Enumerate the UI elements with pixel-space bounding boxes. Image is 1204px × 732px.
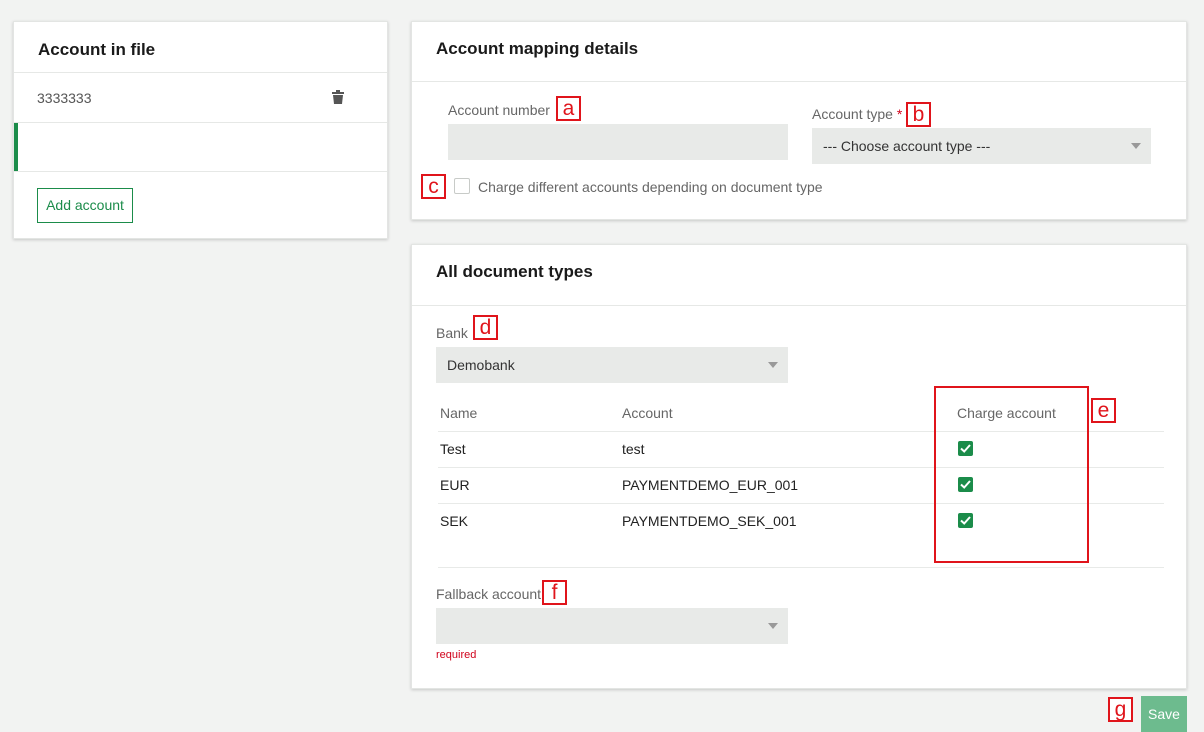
charge-different-label: Charge different accounts depending on d… [478,179,823,195]
account-list-item-label: 3333333 [37,90,92,106]
bank-select[interactable]: Demobank [436,347,788,383]
account-list-item[interactable]: 3333333 [14,73,387,122]
bank-label: Bank [436,325,468,341]
account-number-label: Account number [448,102,550,118]
annotation-g: g [1108,697,1133,722]
row-name: SEK [440,513,469,529]
annotation-c: c [421,174,446,199]
annotation-e: e [1091,398,1116,423]
divider [14,171,387,172]
account-type-select[interactable]: --- Choose account type --- [812,128,1151,164]
fallback-account-select[interactable] [436,608,788,644]
row-name: Test [440,441,466,457]
account-type-select-value: --- Choose account type --- [823,138,991,154]
add-account-button[interactable]: Add account [37,188,133,223]
account-in-file-title: Account in file [38,40,156,59]
account-in-file-card: Account in file 3333333 Add account [13,21,388,239]
annotation-d: d [473,315,498,340]
annotation-b: b [906,102,931,127]
row-name: EUR [440,477,470,493]
document-types-title: All document types [436,262,593,281]
trash-icon[interactable] [332,90,344,109]
caret-down-icon [1131,143,1141,149]
bank-select-value: Demobank [447,357,515,373]
account-number-input[interactable] [448,124,788,160]
annotation-f: f [542,580,567,605]
row-divider [438,567,1164,568]
row-account: test [622,441,645,457]
annotation-a: a [556,96,581,121]
row-account: PAYMENTDEMO_SEK_001 [622,513,797,529]
divider [412,81,1186,82]
account-type-label: Account type * [812,106,902,122]
charge-different-checkbox[interactable] [454,178,470,194]
account-mapping-title: Account mapping details [436,39,639,58]
row-account: PAYMENTDEMO_EUR_001 [622,477,799,493]
column-header-account: Account [622,405,673,421]
save-button[interactable]: Save [1141,696,1187,732]
caret-down-icon [768,623,778,629]
new-account-item[interactable] [14,123,387,171]
required-asterisk: * [896,106,903,122]
annotation-e-box [934,386,1089,563]
fallback-required-text: required [436,649,477,661]
caret-down-icon [768,362,778,368]
account-type-label-text: Account type [812,106,893,122]
fallback-account-label: Fallback account [436,586,542,602]
column-header-name: Name [440,405,478,421]
divider [412,305,1186,306]
